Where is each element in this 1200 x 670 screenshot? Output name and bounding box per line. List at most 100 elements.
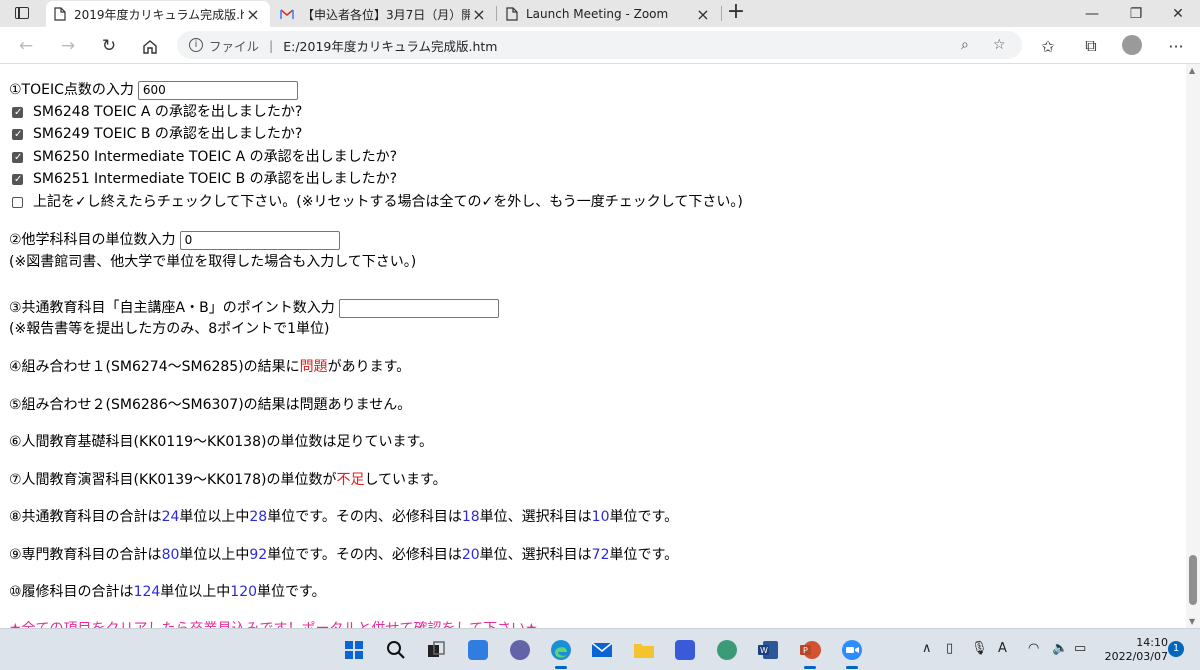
confirm-checkbox[interactable] [12,196,23,208]
tab-strip: 2019年度カリキュラム完成版.htm × 【申込者各位】3月7日（月）開催 ×… [0,0,1200,27]
search-button[interactable] [382,637,410,663]
result-5: ⑤組み合わせ２(SM6286～SM6307)の結果は問題ありません。 [9,395,411,415]
notification-badge[interactable]: 1 [1168,641,1184,657]
approval-checkbox[interactable] [12,125,23,145]
checkbox-row: SM6251 Intermediate TOEIC B の承認を出しましたか? [9,169,397,190]
svg-text:P: P [803,646,808,655]
toeic-score-input[interactable]: 600 [137,80,298,100]
result-4: ④組み合わせ１(SM6274～SM6285)の結果に 問題 があります。 [9,357,410,377]
checkbox-label: SM6250 Intermediate TOEIC A の承認を出しましたか? [33,149,398,165]
home-icon [143,39,157,54]
profile-avatar[interactable] [1122,35,1142,55]
other-dept-credits-input[interactable]: 0 [179,230,340,250]
credit-number: 10 [591,509,610,525]
approval-checkbox[interactable] [12,170,23,190]
self-study-note: (※報告書等を提出した方のみ、8ポイントで1単位) [9,319,329,339]
task-view-icon [428,641,445,657]
result-6: ⑥人間教育基礎科目(KK0119～KK0138)の単位数は足りています。 [9,432,433,452]
file-explorer-button[interactable] [630,637,658,663]
start-button[interactable] [340,637,368,663]
wifi-icon[interactable]: ◠ [1028,641,1039,656]
graduation-notice: ★全ての項目をクリアしたら卒業見込みです！ポータルと併せて確認をして下さい★ [9,619,538,628]
mail-icon [591,642,613,657]
chat-icon [510,640,530,660]
checkbox-row: SM6250 Intermediate TOEIC A の承認を出しましたか? [9,147,398,168]
result-text: 単位以上中 [179,509,250,525]
edge-button[interactable] [547,637,575,669]
tab-title: 【申込者各位】3月7日（月）開催 [302,7,470,22]
forward-button[interactable]: → [54,32,82,60]
battery-icon[interactable]: ▭ [1074,641,1086,656]
result-10: ⑩履修科目の合計は 124 単位以上中 120 単位です。 [9,582,326,602]
microphone-icon[interactable]: 🎙 [971,641,988,656]
result-text: 単位以上中 [179,547,250,563]
chevron-up-icon[interactable]: ∧ [922,641,932,656]
vertical-scrollbar[interactable]: ▲ ▼ [1186,64,1200,628]
result-7: ⑦人間教育演習科目(KK0139～KK0178)の単位数が 不足 しています。 [9,470,447,490]
credit-number: 24 [161,509,180,525]
result-text: ⑦人間教育演習科目(KK0139～KK0178)の単位数が [9,472,337,488]
url-text: E:/2019年度カリキュラム完成版.htm [283,38,498,54]
tab-separator [721,6,722,21]
chat-button[interactable] [506,637,534,663]
edge-icon [551,640,571,660]
tab-close-icon[interactable]: × [244,5,262,24]
tab-close-icon[interactable]: × [694,5,712,24]
ime-indicator[interactable]: A [998,641,1007,656]
chatgpt-button[interactable] [713,637,741,663]
scroll-thumb[interactable] [1189,555,1197,605]
minimize-button[interactable]: — [1070,0,1114,27]
note-text: (※報告書等を提出した方のみ、8ポイントで1単位) [9,321,330,337]
favorites-button[interactable]: ✩ [1034,32,1062,60]
collections-button[interactable]: ⧉ [1077,32,1105,60]
tab-curriculum[interactable]: 2019年度カリキュラム完成版.htm × [46,1,270,27]
scroll-up-icon[interactable]: ▲ [1189,66,1195,75]
close-window-button[interactable]: ✕ [1156,0,1200,27]
taskbar: W P ∧ ▯ 🎙 A ◠ 🔈 ▭ 14:10 2022/03/07 1 [0,628,1200,670]
checkbox-row: SM6248 TOEIC A の承認を出しましたか? [9,102,302,123]
approval-checkbox[interactable] [12,148,23,168]
menu-button[interactable]: ··· [1162,32,1190,60]
volume-icon[interactable]: 🔈 [1052,641,1068,656]
address-bar[interactable]: i ファイル | E:/2019年度カリキュラム完成版.htm ⌕ ☆ [177,31,1022,59]
clock[interactable]: 14:10 2022/03/07 [1104,636,1168,664]
calculator-button[interactable] [671,637,699,663]
zoom-app-button[interactable] [838,637,866,669]
favorite-add-icon[interactable]: ☆ [993,37,1006,53]
zoom-icon[interactable]: ⌕ [961,37,969,53]
tab-zoom[interactable]: Launch Meeting - Zoom × [498,1,720,27]
result-text: 単位です。 [609,547,679,563]
word-button[interactable]: W [754,637,782,663]
approval-checkbox[interactable] [12,103,23,123]
tab-title: 2019年度カリキュラム完成版.htm [74,7,244,22]
widgets-button[interactable] [464,637,492,663]
file-icon [54,7,66,21]
scroll-down-icon[interactable]: ▼ [1189,617,1195,626]
info-icon[interactable]: i [189,38,203,52]
tab-actions-button[interactable] [8,3,36,23]
refresh-button[interactable]: ↻ [95,32,123,60]
result-text: 単位以上中 [160,584,231,600]
restore-button[interactable]: ❐ [1114,0,1158,27]
clock-date: 2022/03/07 [1104,650,1168,663]
mail-button[interactable] [588,637,616,663]
usb-icon[interactable]: ▯ [946,641,953,656]
checkbox-row: SM6249 TOEIC B の承認を出しましたか? [9,124,302,145]
credit-number: 124 [133,584,161,600]
self-study-label: ③共通教育科目「自主講座A・B」のポイント数入力 [9,300,335,316]
tab-applicants[interactable]: 【申込者各位】3月7日（月）開催 × [272,1,496,27]
result-text: 単位、選択科目は [479,509,592,525]
tab-close-icon[interactable]: × [470,5,488,24]
home-button[interactable] [136,32,164,60]
result-text: ⑧共通教育科目の合計は [9,509,162,525]
page-content: ①TOEIC点数の入力 600 SM6248 TOEIC A の承認を出しました… [0,64,1186,628]
result-text: ⑨専門教育科目の合計は [9,547,162,563]
task-view-button[interactable] [422,637,450,663]
self-study-points-input[interactable] [338,298,499,318]
result-highlight: 不足 [336,472,365,488]
word-icon: W [758,641,778,659]
result-text: 単位、選択科目は [479,547,592,563]
back-button[interactable]: ← [12,32,40,60]
new-tab-button[interactable]: + [724,1,748,25]
powerpoint-button[interactable]: P [796,637,824,669]
